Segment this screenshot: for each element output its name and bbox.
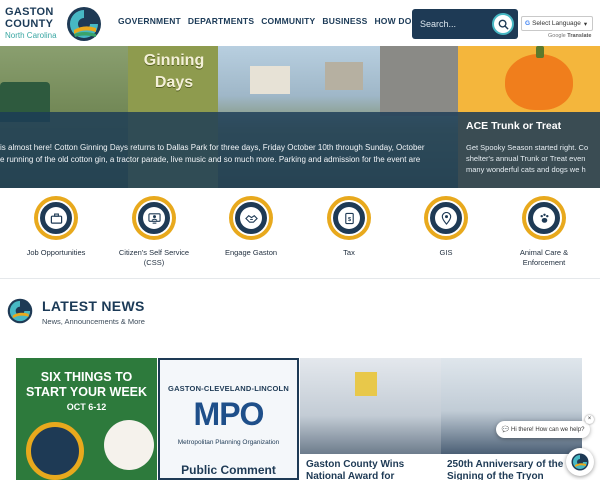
news-card-mpo[interactable]: GASTON-CLEVELAND-LINCOLN MPO Metropolita… <box>158 358 299 480</box>
news-card-photo-reenactors <box>441 358 582 454</box>
quick-link-label: Tax <box>343 248 355 257</box>
quick-link-label-line2: Enforcement <box>522 258 566 267</box>
main-nav: GOVERNMENT DEPARTMENTS COMMUNITY BUSINES… <box>118 16 424 26</box>
chat-prompt[interactable]: 💬 Hi there! How can we help? <box>496 421 590 438</box>
shed-shape-2 <box>325 62 363 90</box>
latest-news-subtitle: News, Announcements & More <box>42 317 145 326</box>
quick-link-animal-care[interactable]: Animal Care & Enforcement <box>501 196 587 268</box>
pumpkin-shape <box>505 54 573 110</box>
ginning-days-poster-title: Ginning Days <box>143 52 205 91</box>
pumpkin-stem <box>536 46 544 58</box>
briefcase-icon <box>34 196 78 240</box>
quick-link-label: GIS <box>439 248 453 257</box>
chat-prompt-text: Hi there! How can we help? <box>511 426 585 433</box>
county-emblem-icon <box>7 298 33 324</box>
translate-label: Translate <box>567 33 592 39</box>
slide1-text: is almost here! Cotton Ginning Days retu… <box>0 142 452 166</box>
logo-line1: GASTON <box>5 6 54 18</box>
news-card-caption: Gaston County Wins National Award for <box>300 454 441 480</box>
county-emblem-icon <box>67 7 101 41</box>
tax-document-icon: $ <box>327 196 371 240</box>
quick-link-label-line1: Citizen's Self Service <box>118 248 190 257</box>
quick-link-label: Animal Care & Enforcement <box>501 248 587 268</box>
chat-launcher-button[interactable] <box>566 448 594 476</box>
caption-line1: Gaston County Wins <box>306 459 405 470</box>
shed-shape <box>250 66 290 94</box>
quick-links: Job Opportunities Citizen's Self Service… <box>0 188 600 278</box>
latest-news-title: LATEST NEWS <box>42 298 145 314</box>
slide1-text-line2: e running of the old cotton gin, a tract… <box>0 155 421 164</box>
search-input[interactable] <box>420 17 490 31</box>
news-card-six-things[interactable]: SIX THINGS TO START YOUR WEEK OCT 6-12 <box>16 358 157 480</box>
google-g-icon: G <box>525 20 531 27</box>
nav-departments[interactable]: DEPARTMENTS <box>188 16 254 26</box>
news-card-caption: 250th Anniversary of the Signing of the … <box>441 454 582 480</box>
search-icon <box>498 19 509 30</box>
quick-link-label: Engage Gaston <box>224 248 278 257</box>
nav-government[interactable]: GOVERNMENT <box>118 16 181 26</box>
headline-line1: SIX THINGS TO <box>40 370 133 384</box>
slide1-caption-band: is almost here! Cotton Ginning Days retu… <box>0 112 458 188</box>
nav-community[interactable]: COMMUNITY <box>261 16 315 26</box>
hero-carousel[interactable]: Ginning Days is almost here! Cotton Ginn… <box>0 46 600 188</box>
chat-close-button[interactable]: × <box>585 415 594 424</box>
news-card-date: OCT 6-12 <box>66 402 107 412</box>
award-banner-shape <box>355 372 377 396</box>
map-pin-icon <box>424 196 468 240</box>
slide2-text-line3: many wonderful cats and dogs we h <box>466 165 586 174</box>
slide2-text: Get Spooky Season started right. Co shel… <box>466 142 600 175</box>
quick-link-jobs[interactable]: Job Opportunities <box>13 196 99 258</box>
nav-business[interactable]: BUSINESS <box>322 16 367 26</box>
mpo-org-name: GASTON-CLEVELAND-LINCOLN <box>168 384 289 393</box>
news-card-headline: SIX THINGS TO START YOUR WEEK <box>16 370 157 400</box>
chat-icon: 💬 <box>501 427 510 433</box>
county-emblem-icon <box>571 453 589 471</box>
caption-line1: 250th Anniversary of the <box>447 459 564 470</box>
slide1-text-line1: is almost here! Cotton Ginning Days retu… <box>0 143 425 152</box>
logo-text: GASTON COUNTY North Carolina <box>5 6 57 41</box>
quick-link-engage[interactable]: Engage Gaston <box>208 196 294 258</box>
svg-text:$: $ <box>347 216 351 222</box>
search-box <box>412 9 518 39</box>
barn-shape <box>380 46 458 116</box>
slide2-text-line1: Get Spooky Season started right. Co <box>466 143 589 152</box>
news-card-award[interactable]: Gaston County Wins National Award for <box>300 358 441 480</box>
quick-link-tax[interactable]: $ Tax <box>306 196 392 258</box>
site-header: GASTON COUNTY North Carolina GOVERNMENT … <box>0 0 600 46</box>
quick-link-label: Citizen's Self Service (CSS) <box>111 248 197 268</box>
self-service-icon <box>132 196 176 240</box>
news-card-caption: Public Comment <box>181 463 276 477</box>
news-card-tryon[interactable]: 250th Anniversary of the Signing of the … <box>441 358 582 480</box>
paw-icon <box>522 196 566 240</box>
handshake-icon <box>229 196 273 240</box>
slide2-text-line2: shelter's annual Trunk or Treat even <box>466 154 586 163</box>
caption-line2: National Award for <box>306 471 395 480</box>
quick-link-label: Job Opportunities <box>26 248 86 257</box>
language-select-label: Select Language <box>532 20 581 27</box>
mpo-logo: MPO <box>193 396 265 432</box>
powered-by-google[interactable]: Google Translate <box>548 33 591 39</box>
logo-sub: North Carolina <box>5 31 57 40</box>
county-logo[interactable]: GASTON COUNTY North Carolina <box>5 6 101 44</box>
logo-line2: COUNTY <box>5 18 54 30</box>
quick-link-gis[interactable]: GIS <box>403 196 489 258</box>
quick-link-self-service[interactable]: Citizen's Self Service (CSS) <box>111 196 197 268</box>
powered-by-label: Google <box>548 33 566 39</box>
caption-line2: Signing of the Tryon <box>447 471 544 480</box>
mpo-logo-sub: Metropolitan Planning Organization <box>177 439 280 446</box>
chevron-down-icon: ▾ <box>583 20 588 28</box>
language-select[interactable]: G Select Language ▾ <box>521 16 593 31</box>
quick-link-label-line2: (CSS) <box>143 258 165 267</box>
quick-link-label-line1: Animal Care & <box>519 248 569 257</box>
section-divider <box>0 278 600 279</box>
county-emblem-icon <box>26 422 84 480</box>
headline-line2: START YOUR WEEK <box>25 385 148 399</box>
slide2-title[interactable]: ACE Trunk or Treat <box>466 120 561 132</box>
search-button[interactable] <box>492 13 514 35</box>
cotton-boll-image <box>104 420 154 470</box>
